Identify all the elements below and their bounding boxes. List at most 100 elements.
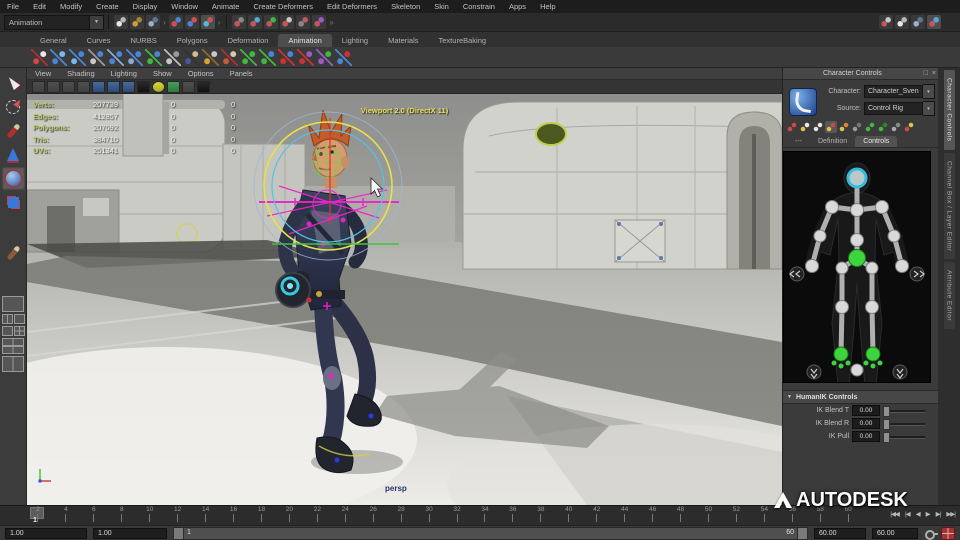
- cc-tab[interactable]: ---: [787, 136, 810, 147]
- menu-item[interactable]: Display: [126, 2, 165, 11]
- shelf-tab[interactable]: Curves: [77, 34, 121, 47]
- shelf-tab[interactable]: Lighting: [332, 34, 378, 47]
- shelf-character-icon[interactable]: [31, 48, 48, 66]
- panel-menu-item[interactable]: Show: [145, 69, 180, 78]
- playback-end-field[interactable]: 60.00: [872, 527, 918, 539]
- shelf-tab[interactable]: General: [30, 34, 77, 47]
- menu-item[interactable]: Skeleton: [384, 2, 427, 11]
- shelf-ik-handle-icon[interactable]: [145, 48, 162, 66]
- resolution-gate-icon[interactable]: [122, 80, 135, 93]
- select-hierarchy-icon[interactable]: [232, 15, 247, 29]
- field-slider[interactable]: [883, 406, 925, 417]
- select-camera-icon[interactable]: [32, 80, 45, 93]
- mirror-icon[interactable]: [890, 121, 902, 133]
- building-right[interactable]: [462, 101, 782, 270]
- shelf-joint-tool-icon[interactable]: [107, 48, 124, 66]
- shelf-bind-skin-icon[interactable]: [183, 48, 200, 66]
- group-expand-icon[interactable]: ›: [218, 18, 221, 27]
- menu-item[interactable]: Skin: [427, 2, 456, 11]
- layout-four-pane-button[interactable]: [13, 326, 25, 336]
- shelf-tab[interactable]: Materials: [378, 34, 428, 47]
- lighting-icon[interactable]: [152, 80, 165, 93]
- field-value[interactable]: 0.00: [852, 418, 880, 429]
- panel-menu-item[interactable]: View: [27, 69, 59, 78]
- playback-start-field[interactable]: 1.00: [5, 527, 87, 539]
- open-scene-icon[interactable]: [130, 15, 144, 29]
- shelf-lattice-icon[interactable]: [259, 48, 276, 66]
- menu-item[interactable]: Window: [164, 2, 205, 11]
- shelf-blendshape-icon[interactable]: [240, 48, 257, 66]
- menu-item[interactable]: Create: [89, 2, 126, 11]
- select-object-icon[interactable]: [248, 15, 263, 29]
- sidebar-vertical-tab[interactable]: Attribute Editor: [943, 262, 955, 330]
- highlight-selection-icon[interactable]: [280, 15, 295, 29]
- rotate-tool[interactable]: [1, 167, 25, 190]
- channelbox-toggle-icon[interactable]: [895, 15, 909, 29]
- shelf-ik-chain-icon[interactable]: [126, 48, 143, 66]
- close-icon[interactable]: ×: [930, 69, 938, 79]
- transport-button[interactable]: ▶|: [933, 509, 944, 519]
- keying-mode-icon[interactable]: [786, 121, 798, 133]
- humanik-controls-section-header[interactable]: ▼ HumanIK Controls: [783, 390, 938, 404]
- bookmark-icon[interactable]: [77, 80, 90, 93]
- group-expand-icon[interactable]: »: [329, 18, 333, 27]
- snap-grid-icon[interactable]: [168, 15, 183, 29]
- sidebar-vertical-tab[interactable]: Channel Box / Layer Editor: [943, 152, 955, 260]
- set-key-icon[interactable]: [924, 528, 938, 540]
- shelf-tab[interactable]: TextureBaking: [429, 34, 497, 47]
- sidebar-vertical-tab[interactable]: Character Controls: [943, 70, 955, 150]
- shelf-skeleton-icon[interactable]: [164, 48, 181, 66]
- select-component-icon[interactable]: [264, 15, 279, 29]
- panel-menu-item[interactable]: Lighting: [103, 69, 145, 78]
- film-gate-icon[interactable]: [107, 80, 120, 93]
- menu-item[interactable]: Help: [533, 2, 562, 11]
- viewport-scene[interactable]: Verts: 207739 0 0 Edges: 412857 0 0 Polygons: 2…: [27, 94, 782, 505]
- menu-item[interactable]: Modify: [53, 2, 89, 11]
- textured-icon[interactable]: [182, 80, 195, 93]
- panel-menu-item[interactable]: Options: [180, 69, 222, 78]
- chevron-down-icon[interactable]: ▼: [90, 14, 104, 30]
- animation-start-field[interactable]: 1.00: [93, 527, 167, 539]
- selection-mode-icon[interactable]: [851, 121, 863, 133]
- attribute-editor-toggle-icon[interactable]: [927, 15, 941, 29]
- shelf-keyframe-icon[interactable]: [335, 48, 352, 66]
- ipr-render-icon[interactable]: [312, 15, 327, 29]
- lasso-tool[interactable]: [2, 95, 25, 118]
- menu-item[interactable]: Apps: [502, 2, 533, 11]
- shelf-paint-weights-icon[interactable]: [221, 48, 238, 66]
- transport-button[interactable]: ◀: [913, 509, 923, 519]
- pivot-icon[interactable]: [877, 121, 889, 133]
- layout-persp-outliner-button[interactable]: [13, 314, 25, 324]
- range-end-handle[interactable]: [797, 527, 807, 539]
- panel-header[interactable]: Character Controls □ ×: [783, 68, 938, 80]
- last-tool[interactable]: [2, 241, 25, 264]
- skeleton-view-icon[interactable]: [812, 121, 824, 133]
- field-slider[interactable]: [883, 419, 925, 430]
- shelf-set-key-icon[interactable]: [50, 48, 67, 66]
- sidebar-toggle-icon[interactable]: [879, 15, 893, 29]
- shelf-cluster-icon[interactable]: [278, 48, 295, 66]
- lock-camera-icon[interactable]: [47, 80, 60, 93]
- shelf-motion-path-icon[interactable]: [316, 48, 333, 66]
- camera-attributes-icon[interactable]: [62, 80, 75, 93]
- panel-menu-item[interactable]: Shading: [59, 69, 103, 78]
- range-slider-track[interactable]: 1 60: [173, 526, 808, 540]
- select-tool[interactable]: [2, 71, 25, 94]
- head-control-lattice[interactable]: [312, 145, 342, 179]
- full-body-mode-icon[interactable]: [825, 121, 837, 133]
- shelf-tab[interactable]: Deformation: [218, 34, 279, 47]
- group-expand-icon[interactable]: ›: [163, 18, 166, 27]
- character-body-map[interactable]: [783, 151, 931, 387]
- field-slider[interactable]: [883, 432, 925, 443]
- menu-item[interactable]: File: [0, 2, 26, 11]
- layout-persp-graph-button[interactable]: [2, 356, 24, 372]
- cc-tab[interactable]: Definition: [810, 136, 855, 147]
- layout-single-pane-button[interactable]: [2, 296, 24, 312]
- shelf-tab[interactable]: Animation: [278, 34, 332, 47]
- transport-button[interactable]: ▶▶|: [943, 509, 958, 519]
- layout-two-pane-button[interactable]: [1, 314, 13, 324]
- slider-handle[interactable]: [883, 432, 890, 443]
- cc-tab[interactable]: Controls: [855, 136, 898, 147]
- panel-menu-item[interactable]: Panels: [222, 69, 261, 78]
- menu-item[interactable]: Edit Deformers: [320, 2, 384, 11]
